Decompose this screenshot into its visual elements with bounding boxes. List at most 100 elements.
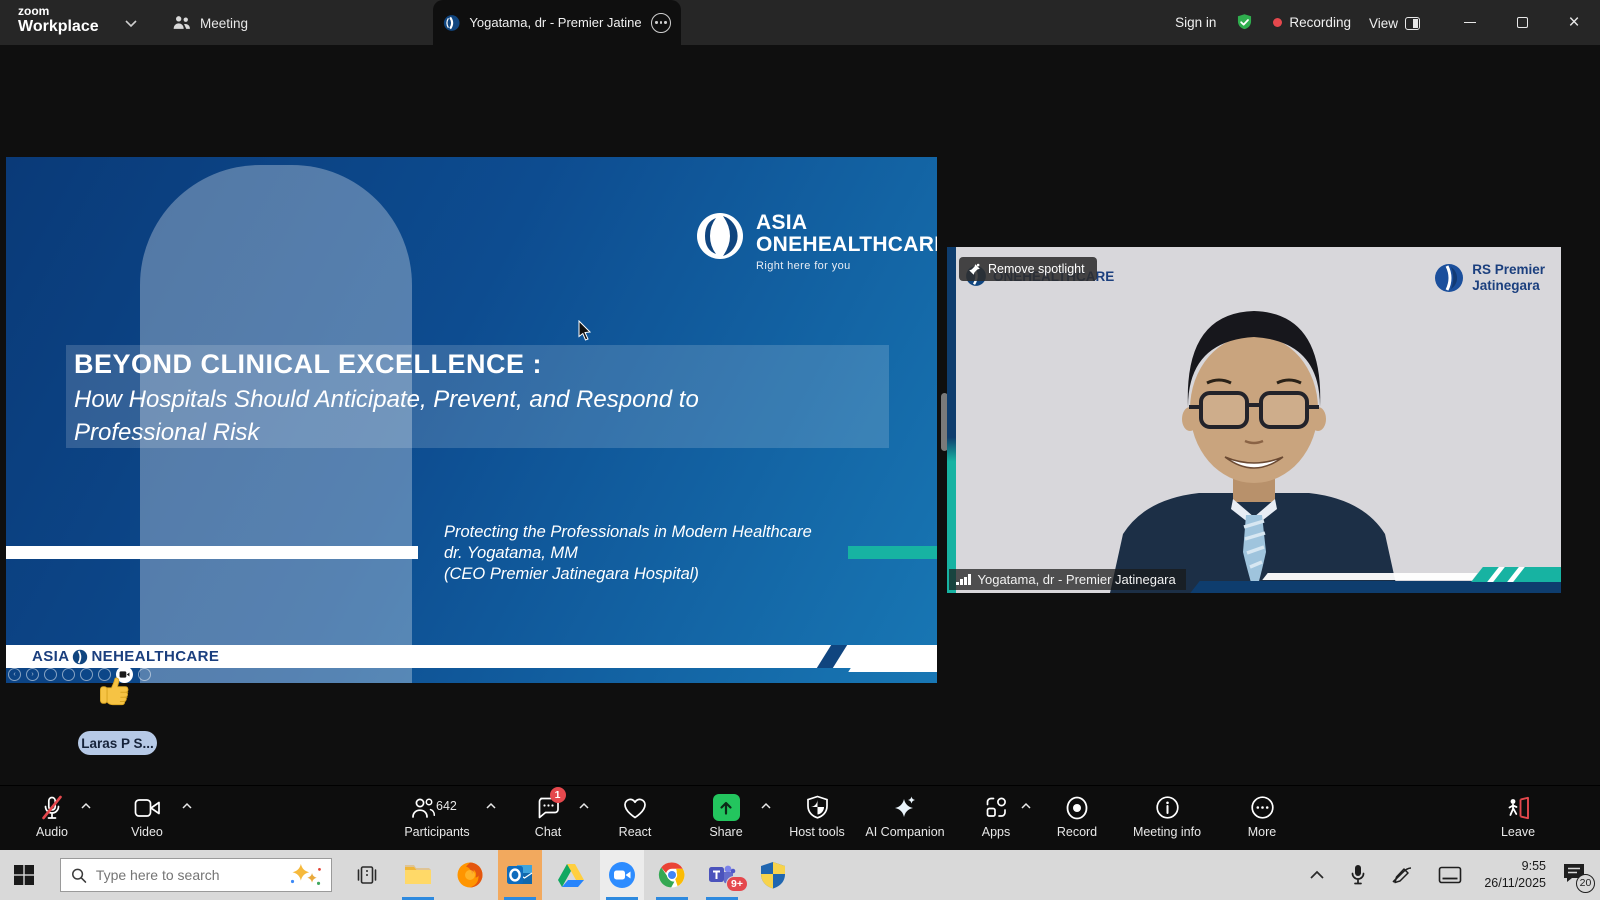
start-button[interactable] — [2, 850, 46, 900]
rs-premier-logo-icon — [1434, 263, 1464, 293]
tray-time: 9:55 — [1484, 858, 1546, 875]
rs-premier-line2: Jatinegara — [1472, 278, 1545, 294]
taskbar-teams[interactable]: 9+ — [700, 850, 744, 900]
participants-count: 642 — [436, 799, 457, 813]
workspace-chevron-down-icon[interactable] — [124, 18, 138, 28]
taskbar-firefox[interactable] — [448, 850, 492, 900]
shared-screen-slide: ASIA ONEHEALTHCARE Right here for you BE… — [6, 157, 937, 683]
search-highlights-icon — [286, 861, 323, 889]
remove-spotlight-button[interactable]: Remove spotlight — [959, 257, 1097, 281]
participant-name-tag: Yogatama, dr - Premier Jatinegara — [949, 569, 1186, 590]
brand-line1: ASIA — [756, 212, 937, 234]
tray-mic-icon[interactable] — [1350, 864, 1366, 886]
tab-options-ellipsis-icon[interactable] — [651, 13, 671, 33]
video-bg-white-band — [1262, 573, 1477, 580]
video-label: Video — [131, 825, 163, 839]
slide-footer-wedge — [848, 660, 937, 672]
slide-subtitle: How Hospitals Should Anticipate, Prevent… — [74, 383, 699, 449]
slide-white-bar — [6, 546, 418, 559]
slide-subtitle-line2: Professional Risk — [74, 419, 259, 446]
taskbar-google-drive[interactable] — [549, 850, 593, 900]
hide-toolbar-icon[interactable] — [138, 668, 151, 681]
rs-premier-logo: RS Premier Jatinegara — [1434, 262, 1545, 293]
tab-active-meeting[interactable]: Yogatama, dr - Premier Jatinegara — [433, 0, 681, 45]
view-label: View — [1369, 16, 1398, 31]
pen-tool-icon[interactable] — [44, 668, 57, 681]
windows-logo-icon — [13, 864, 35, 886]
record-icon — [1064, 795, 1090, 821]
recording-dot-icon — [1273, 18, 1282, 27]
task-view-button[interactable] — [345, 850, 389, 900]
more-button[interactable]: More — [1197, 794, 1327, 839]
pin-icon — [968, 263, 981, 276]
task-view-icon — [356, 865, 378, 885]
maximize-button[interactable] — [1496, 0, 1548, 45]
host-tools-label: Host tools — [789, 825, 845, 839]
video-button[interactable]: Video — [82, 794, 212, 839]
network-signal-icon — [956, 574, 971, 585]
thumbs-up-reaction — [96, 670, 136, 710]
taskbar-search[interactable] — [60, 858, 332, 892]
tray-chevron-up-icon[interactable] — [1308, 869, 1326, 881]
firefox-icon — [455, 860, 485, 890]
titlebar-right-group: Sign in Recording View — [1175, 0, 1420, 45]
logo-text-zoom: zoom — [18, 5, 99, 17]
slide-footer-logo: ASIA NEHEALTHCARE — [32, 648, 219, 665]
host-tools-shield-icon — [806, 795, 829, 820]
search-input[interactable] — [96, 867, 277, 883]
slide-teal-bar — [848, 546, 937, 559]
recording-label: Recording — [1289, 15, 1351, 30]
reaction-sender-name: Laras P S... — [78, 731, 157, 755]
zoom-workplace-logo: zoom Workplace — [18, 5, 99, 35]
close-button[interactable]: × — [1548, 0, 1600, 45]
window-controls: × — [1444, 0, 1600, 45]
mouse-cursor — [577, 320, 593, 342]
spotlight-video-tile[interactable]: ONEHEALTHCARE Remove spotlight RS Premie… — [947, 247, 1561, 593]
leave-button[interactable]: Leave — [1453, 794, 1583, 839]
footer-brand-right: NEHEALTHCARE — [91, 648, 219, 665]
audio-label: Audio — [36, 825, 68, 839]
chat-unread-badge: 1 — [550, 787, 566, 803]
logo-text-workplace: Workplace — [18, 19, 99, 35]
next-slide-icon[interactable]: › — [26, 668, 39, 681]
participants-icon — [410, 796, 436, 820]
participants-label: Participants — [404, 825, 469, 839]
taskbar-windows-security[interactable] — [751, 850, 795, 900]
credit-line3: (CEO Premier Jatinegara Hospital) — [444, 565, 699, 583]
react-label: React — [619, 825, 652, 839]
slide-subtitle-line1: How Hospitals Should Anticipate, Prevent… — [74, 386, 699, 413]
titlebar: zoom Workplace Meeting Yogatama, dr - Pr… — [0, 0, 1600, 45]
prev-slide-icon[interactable]: ‹ — [8, 668, 21, 681]
minimize-button[interactable] — [1444, 0, 1496, 45]
taskbar-zoom[interactable] — [600, 850, 644, 900]
meeting-info-icon — [1155, 795, 1180, 820]
view-button[interactable]: View — [1369, 15, 1420, 31]
tray-clock[interactable]: 9:55 26/11/2025 — [1484, 858, 1546, 892]
security-shield-check-icon[interactable] — [1234, 12, 1255, 33]
tray-touch-keyboard-icon[interactable] — [1438, 866, 1462, 884]
mic-muted-icon — [40, 795, 64, 821]
action-center-button[interactable]: 20 — [1562, 862, 1586, 889]
notifications-badge: 20 — [1576, 874, 1595, 893]
share-screen-icon — [713, 794, 740, 821]
taskbar-file-explorer[interactable] — [396, 850, 440, 900]
slide-speaker-credits: Protecting the Professionals in Modern H… — [444, 522, 812, 585]
slide-title: BEYOND CLINICAL EXCELLENCE : — [74, 349, 542, 380]
tray-pen-icon[interactable] — [1390, 865, 1414, 885]
taskbar-tray: 9:55 26/11/2025 20 — [1296, 850, 1600, 900]
tab-meeting-label: Meeting — [200, 16, 248, 31]
slide-brand-logo: ASIA ONEHEALTHCARE Right here for you — [696, 212, 937, 273]
video-options-chevron-icon[interactable] — [181, 802, 193, 810]
onehealthcare-logo-icon — [696, 212, 744, 260]
brand-tagline: Right here for you — [756, 261, 937, 273]
credit-line1: Protecting the Professionals in Modern H… — [444, 523, 812, 541]
show-slides-icon[interactable] — [62, 668, 75, 681]
tab-meeting[interactable]: Meeting — [172, 8, 248, 38]
chrome-icon — [657, 860, 687, 890]
recording-indicator: Recording — [1273, 15, 1351, 30]
zoom-tool-icon[interactable] — [80, 668, 93, 681]
taskbar-outlook[interactable] — [498, 850, 542, 900]
sign-in-button[interactable]: Sign in — [1175, 15, 1216, 30]
taskbar-chrome[interactable] — [650, 850, 694, 900]
more-label: More — [1248, 825, 1276, 839]
